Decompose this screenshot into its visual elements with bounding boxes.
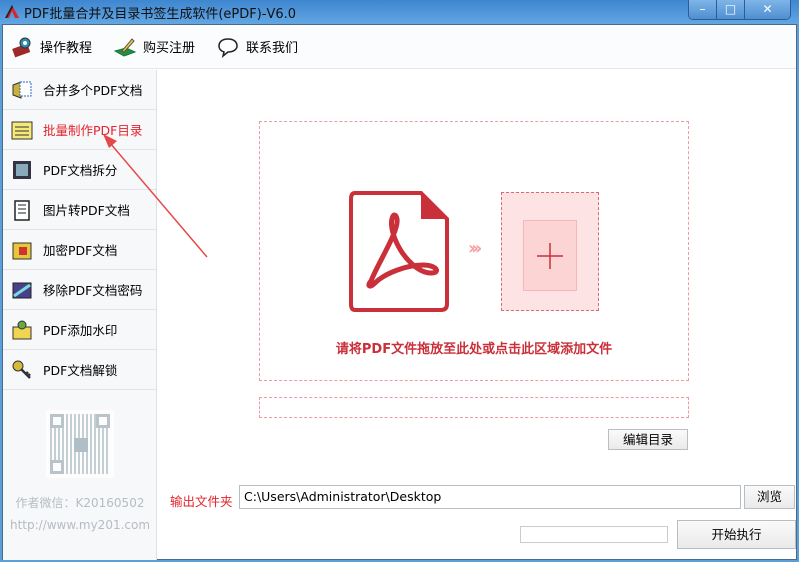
register-icon xyxy=(114,37,137,57)
split-icon xyxy=(13,160,31,179)
app-logo-icon xyxy=(5,5,19,18)
app-window: 操作教程 购买注册 联系我们 合并多个PDF文档 批量制作PDF目录 PDF文档… xyxy=(2,24,797,560)
sidebar-item-label: 批量制作PDF目录 xyxy=(43,123,143,138)
output-folder-label: 输出文件夹 xyxy=(170,494,233,509)
merge-icon xyxy=(12,80,32,99)
chat-bubble-icon xyxy=(218,37,238,58)
plus-icon xyxy=(537,243,563,269)
contact-button[interactable]: 联系我们 xyxy=(217,36,298,58)
output-folder-input[interactable]: C:\Users\Administrator\Desktop xyxy=(239,485,741,509)
sidebar-item-label: PDF添加水印 xyxy=(43,323,118,338)
close-button[interactable]: ✕ xyxy=(745,0,790,19)
add-file-box[interactable] xyxy=(501,192,599,311)
toolbar-label: 操作教程 xyxy=(40,41,93,56)
sidebar-item-unlock[interactable]: PDF文档解锁 xyxy=(3,350,156,390)
drop-hint: 请将PDF文件拖放至此处或点击此区域添加文件 xyxy=(335,342,613,357)
watermark-icon xyxy=(12,320,32,339)
sidebar-item-batch-toc[interactable]: 批量制作PDF目录 xyxy=(3,110,156,150)
progress-bar xyxy=(520,526,668,543)
sidebar-item-image-to-pdf[interactable]: 图片转PDF文档 xyxy=(3,190,156,230)
add-file-inner xyxy=(523,220,577,291)
sidebar-item-label: 图片转PDF文档 xyxy=(43,203,130,218)
toolbar-label: 购买注册 xyxy=(143,41,196,56)
encrypt-icon xyxy=(12,242,32,259)
unlock-icon xyxy=(12,360,31,379)
wechat-id: 作者微信：K20160502 xyxy=(15,496,145,510)
sidebar-item-label: 移除PDF文档密码 xyxy=(43,283,143,298)
toolbar-label: 联系我们 xyxy=(246,41,299,56)
start-button[interactable]: 开始执行 xyxy=(677,520,796,549)
sidebar-item-label: PDF文档解锁 xyxy=(43,363,118,378)
tutorial-icon xyxy=(12,37,31,57)
website-link[interactable]: http://www.my201.com xyxy=(3,518,157,532)
window-title: PDF批量合并及目录书签生成软件(ePDF)-V6.0 xyxy=(24,7,297,22)
sidebar-item-watermark[interactable]: PDF添加水印 xyxy=(3,310,156,350)
remove-password-icon xyxy=(12,282,32,298)
sidebar-item-merge[interactable]: 合并多个PDF文档 xyxy=(3,70,156,110)
toc-info-box xyxy=(259,397,689,418)
sidebar-item-label: 加密PDF文档 xyxy=(43,243,118,258)
title-bar: PDF批量合并及目录书签生成软件(ePDF)-V6.0 – □ ✕ xyxy=(0,0,799,24)
sidebar-item-split[interactable]: PDF文档拆分 xyxy=(3,150,156,190)
tutorial-button[interactable]: 操作教程 xyxy=(11,36,92,58)
wechat-qr-code xyxy=(46,410,114,478)
chevrons-icon: ››› xyxy=(468,238,482,259)
register-button[interactable]: 购买注册 xyxy=(114,36,195,58)
file-drop-zone[interactable]: ››› 请将PDF文件拖放至此处或点击此区域添加文件 xyxy=(259,121,689,381)
pdf-file-icon xyxy=(349,191,449,312)
toolbar: 操作教程 购买注册 联系我们 xyxy=(3,25,796,69)
sidebar: 合并多个PDF文档 批量制作PDF目录 PDF文档拆分 图片转PDF文档 加密P… xyxy=(3,70,157,560)
sidebar-item-encrypt[interactable]: 加密PDF文档 xyxy=(3,230,156,270)
sidebar-item-label: 合并多个PDF文档 xyxy=(43,83,143,98)
sidebar-item-label: PDF文档拆分 xyxy=(43,163,118,178)
window-controls: – □ ✕ xyxy=(688,0,791,20)
minimize-button[interactable]: – xyxy=(689,0,717,19)
edit-toc-button[interactable]: 编辑目录 xyxy=(608,429,688,450)
image-to-pdf-icon xyxy=(14,199,30,221)
maximize-button[interactable]: □ xyxy=(717,0,745,19)
sidebar-item-remove-password[interactable]: 移除PDF文档密码 xyxy=(3,270,156,310)
toc-icon xyxy=(11,121,33,139)
browse-button[interactable]: 浏览 xyxy=(744,485,795,509)
